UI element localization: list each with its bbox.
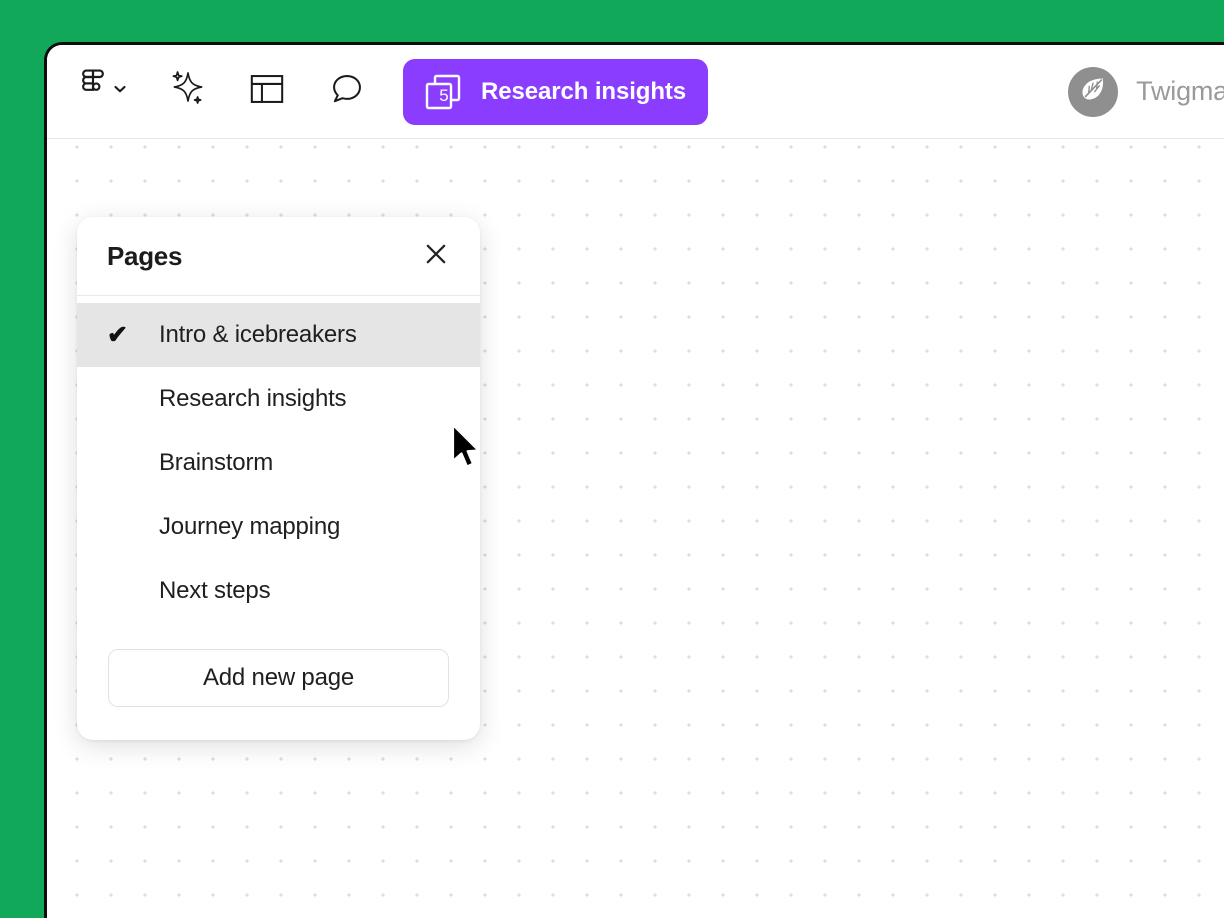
top-toolbar: 5 Research insights Twigma xyxy=(47,45,1224,139)
user-name-label: Twigma xyxy=(1136,76,1224,107)
page-item-label: Research insights xyxy=(159,385,346,413)
page-list-item-journey-mapping[interactable]: Journey mapping xyxy=(77,495,480,559)
page-list-item-brainstorm[interactable]: Brainstorm xyxy=(77,431,480,495)
chevron-down-icon xyxy=(111,80,129,103)
stacked-pages-icon: 5 xyxy=(421,70,465,114)
pages-list: ✔ Intro & icebreakers Research insights … xyxy=(77,296,480,623)
avatar[interactable] xyxy=(1068,67,1118,117)
toolbar-right-group: Twigma xyxy=(1068,67,1224,117)
canvas-area[interactable]: Pages ✔ Intro & icebreakers xyxy=(47,139,1224,918)
toolbar-left-group: 5 Research insights xyxy=(47,59,708,125)
page-list-item-research-insights[interactable]: Research insights xyxy=(77,367,480,431)
page-item-label: Journey mapping xyxy=(159,513,340,541)
page-item-label: Intro & icebreakers xyxy=(159,321,357,349)
page-item-label: Next steps xyxy=(159,577,270,605)
page-list-item-next-steps[interactable]: Next steps xyxy=(77,559,480,623)
page-title: Pages xyxy=(107,241,182,272)
page-item-label: Brainstorm xyxy=(159,449,273,477)
page-list-item-intro-icebreakers[interactable]: ✔ Intro & icebreakers xyxy=(77,303,480,367)
pages-toggle-button[interactable]: 5 Research insights xyxy=(403,59,708,125)
close-icon xyxy=(422,240,450,273)
pages-button-label: Research insights xyxy=(481,78,686,106)
add-new-page-button[interactable]: Add new page xyxy=(108,649,449,707)
layout-template-button[interactable] xyxy=(239,64,295,120)
check-icon: ✔ xyxy=(107,323,141,348)
pages-panel: Pages ✔ Intro & icebreakers xyxy=(77,217,480,740)
sparkle-icon xyxy=(166,67,208,116)
close-button[interactable] xyxy=(416,236,456,276)
comment-button[interactable] xyxy=(319,64,375,120)
ai-sparkle-button[interactable] xyxy=(159,64,215,120)
pages-panel-header: Pages xyxy=(77,217,480,295)
leaf-icon xyxy=(1076,72,1110,111)
figma-main-menu-button[interactable] xyxy=(73,64,135,120)
figma-logo-icon xyxy=(79,69,107,114)
add-page-container: Add new page xyxy=(77,623,480,707)
pages-count-badge: 5 xyxy=(421,70,465,114)
layout-grid-icon xyxy=(249,71,285,112)
comment-bubble-icon xyxy=(329,71,365,112)
app-window: 5 Research insights Twigma xyxy=(44,42,1224,918)
